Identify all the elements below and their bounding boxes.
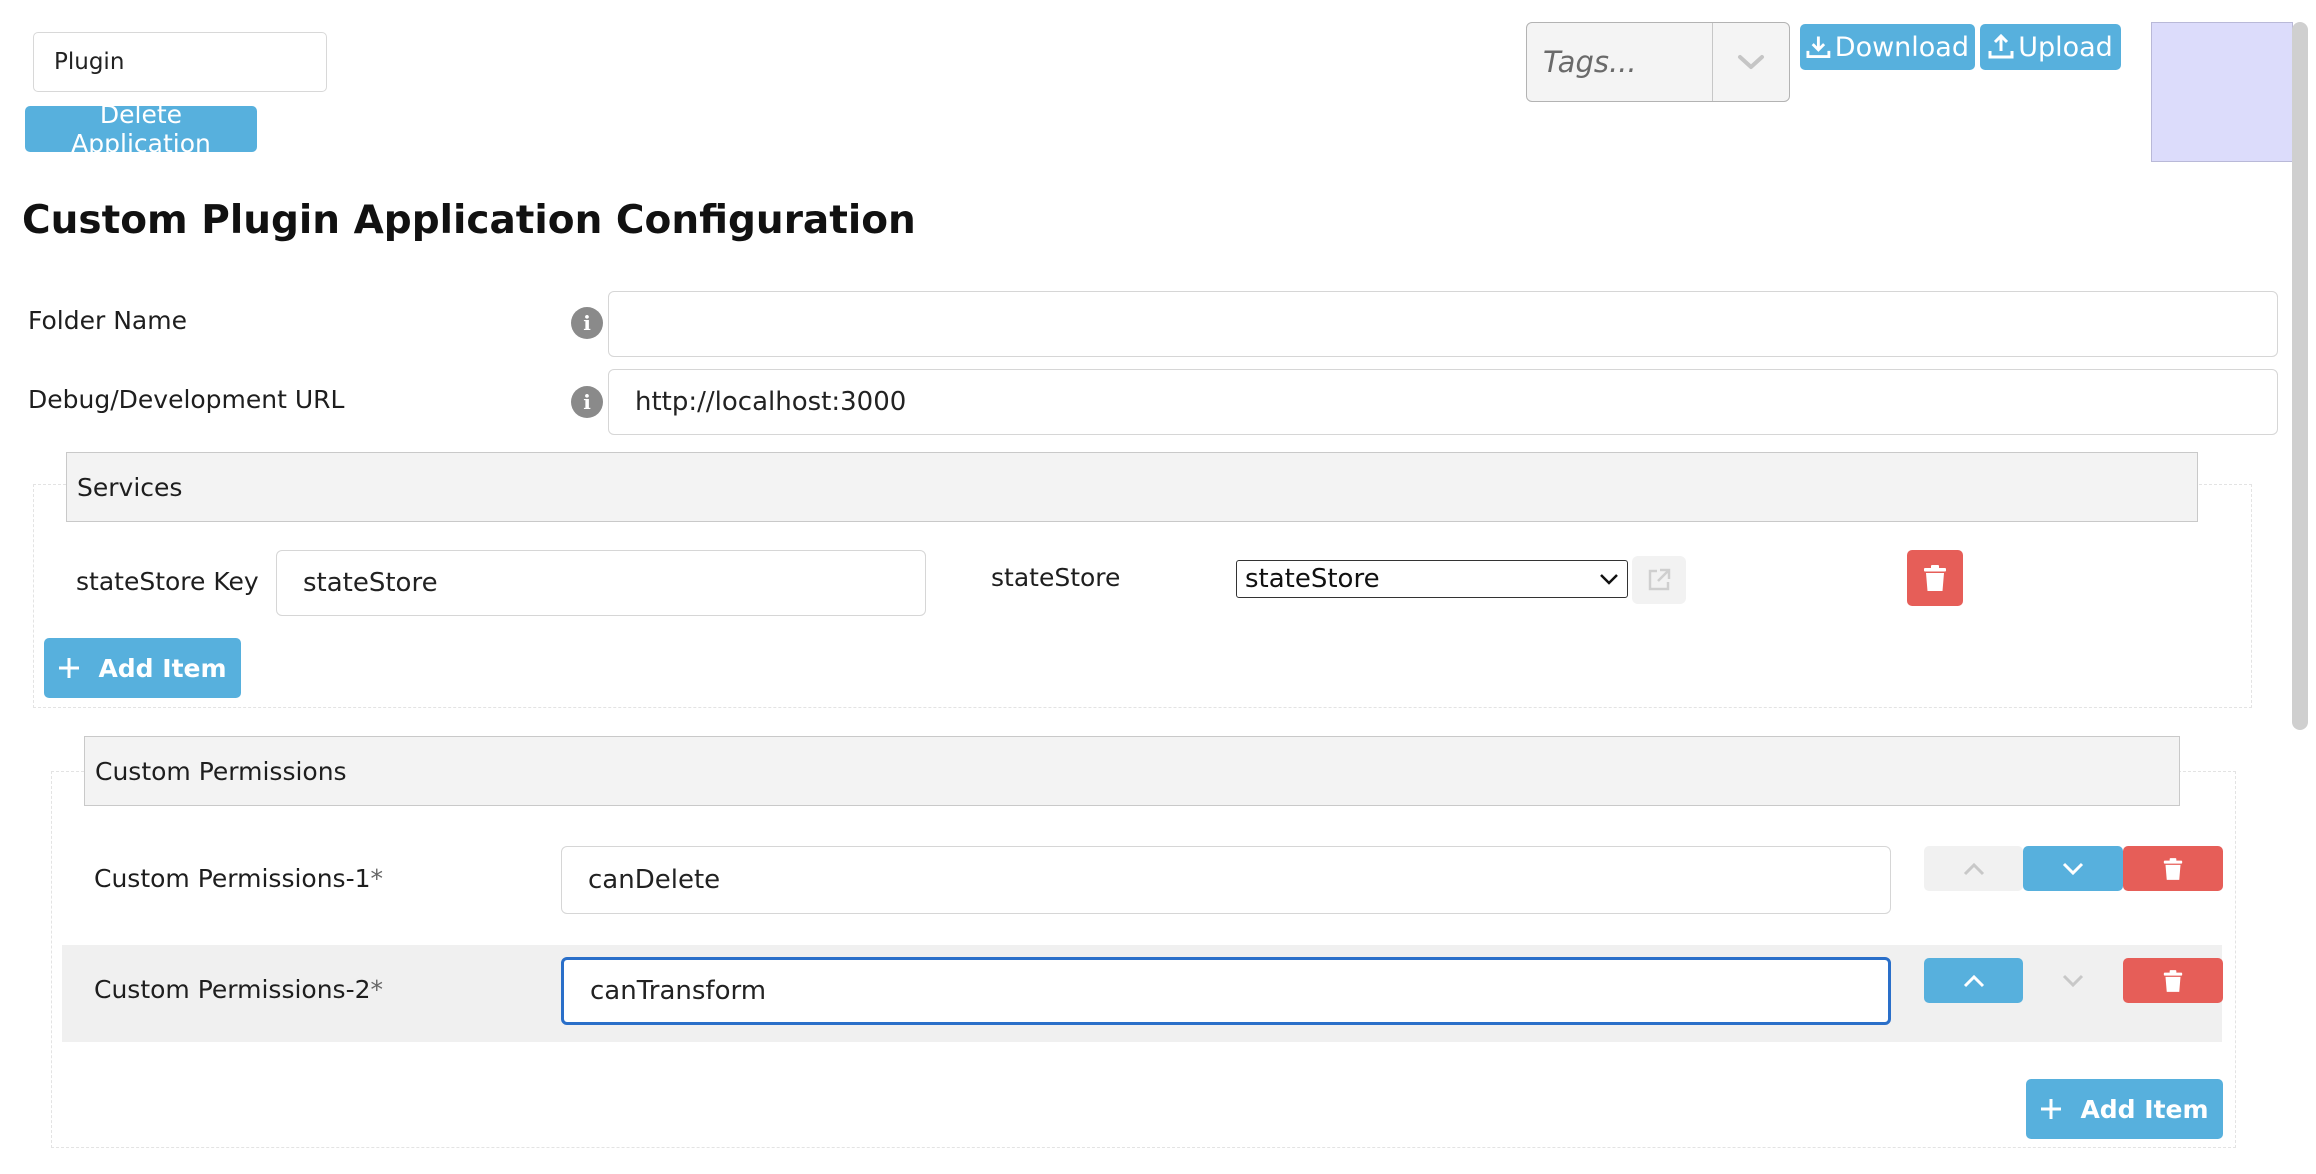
tags-dropdown-toggle[interactable] [1713, 23, 1789, 101]
chevron-down-icon [2062, 974, 2084, 987]
page-title: Custom Plugin Application Configuration [22, 198, 916, 243]
statestore-selected-value: stateStore [1245, 564, 1380, 594]
trash-icon [1924, 565, 1946, 591]
statestore-label: stateStore [991, 563, 1121, 592]
required-marker: * [370, 975, 384, 1004]
delete-service-button[interactable] [1907, 550, 1963, 606]
chevron-up-icon [1963, 974, 1984, 987]
delete-permission-2-button[interactable] [2123, 958, 2223, 1003]
chevron-down-icon [2062, 862, 2084, 875]
move-up-button-disabled[interactable] [1924, 846, 2023, 891]
open-statestore-button[interactable] [1632, 556, 1686, 604]
custom-permission-2-input[interactable] [561, 957, 1891, 1025]
application-name-input[interactable] [33, 32, 327, 92]
custom-permission-1-input[interactable] [561, 846, 1891, 914]
debug-url-label: Debug/Development URL [28, 385, 345, 414]
download-label: Download [1834, 31, 1969, 63]
required-marker: * [370, 864, 384, 893]
chevron-down-icon [1738, 55, 1764, 69]
custom-permission-1-label: Custom Permissions-1 [94, 864, 371, 893]
application-preview [2151, 22, 2293, 162]
add-permission-button[interactable]: Add Item [2026, 1079, 2223, 1139]
external-link-icon [1648, 568, 1671, 591]
delete-permission-1-button[interactable] [2123, 846, 2223, 891]
download-icon [1806, 36, 1831, 58]
custom-permissions-title: Custom Permissions [95, 756, 347, 786]
debug-url-input[interactable] [608, 369, 2278, 435]
folder-name-label: Folder Name [28, 306, 187, 335]
services-title: Services [77, 472, 183, 502]
info-icon[interactable]: i [571, 386, 603, 418]
info-icon[interactable]: i [571, 307, 603, 339]
chevron-up-icon [1963, 862, 1984, 875]
add-permission-label: Add Item [2080, 1094, 2209, 1124]
move-down-button[interactable] [2023, 846, 2123, 891]
custom-permissions-header: Custom Permissions [84, 736, 2180, 806]
delete-application-button[interactable]: Delete Application [25, 100, 257, 158]
upload-icon [1988, 34, 2014, 59]
custom-permission-2-label: Custom Permissions-2 [94, 975, 371, 1004]
move-up-button[interactable] [1924, 958, 2023, 1003]
scrollbar-thumb[interactable] [2292, 22, 2308, 730]
plus-icon [2041, 1099, 2062, 1119]
add-service-label: Add Item [98, 653, 227, 683]
folder-name-input[interactable] [608, 291, 2278, 357]
trash-icon [2163, 969, 2183, 992]
statestore-key-label: stateStore Key [76, 567, 259, 596]
services-header: Services [66, 452, 2198, 522]
statestore-key-input[interactable] [276, 550, 926, 616]
upload-button[interactable]: Upload [1980, 24, 2121, 70]
add-service-button[interactable]: Add Item [44, 638, 241, 698]
tags-placeholder: Tags... [1543, 45, 1637, 79]
statestore-select[interactable]: stateStore [1236, 560, 1628, 598]
upload-label: Upload [2018, 31, 2113, 63]
custom-permission-2-label-wrap: Custom Permissions-2* [94, 975, 383, 1004]
chevron-down-icon [1600, 574, 1618, 585]
custom-permission-1-label-wrap: Custom Permissions-1* [94, 864, 383, 893]
trash-icon [2163, 857, 2183, 880]
download-button[interactable]: Download [1800, 24, 1975, 70]
tags-select[interactable]: Tags... [1526, 22, 1790, 102]
plus-icon [59, 658, 80, 678]
move-down-button-disabled[interactable] [2023, 958, 2123, 1003]
